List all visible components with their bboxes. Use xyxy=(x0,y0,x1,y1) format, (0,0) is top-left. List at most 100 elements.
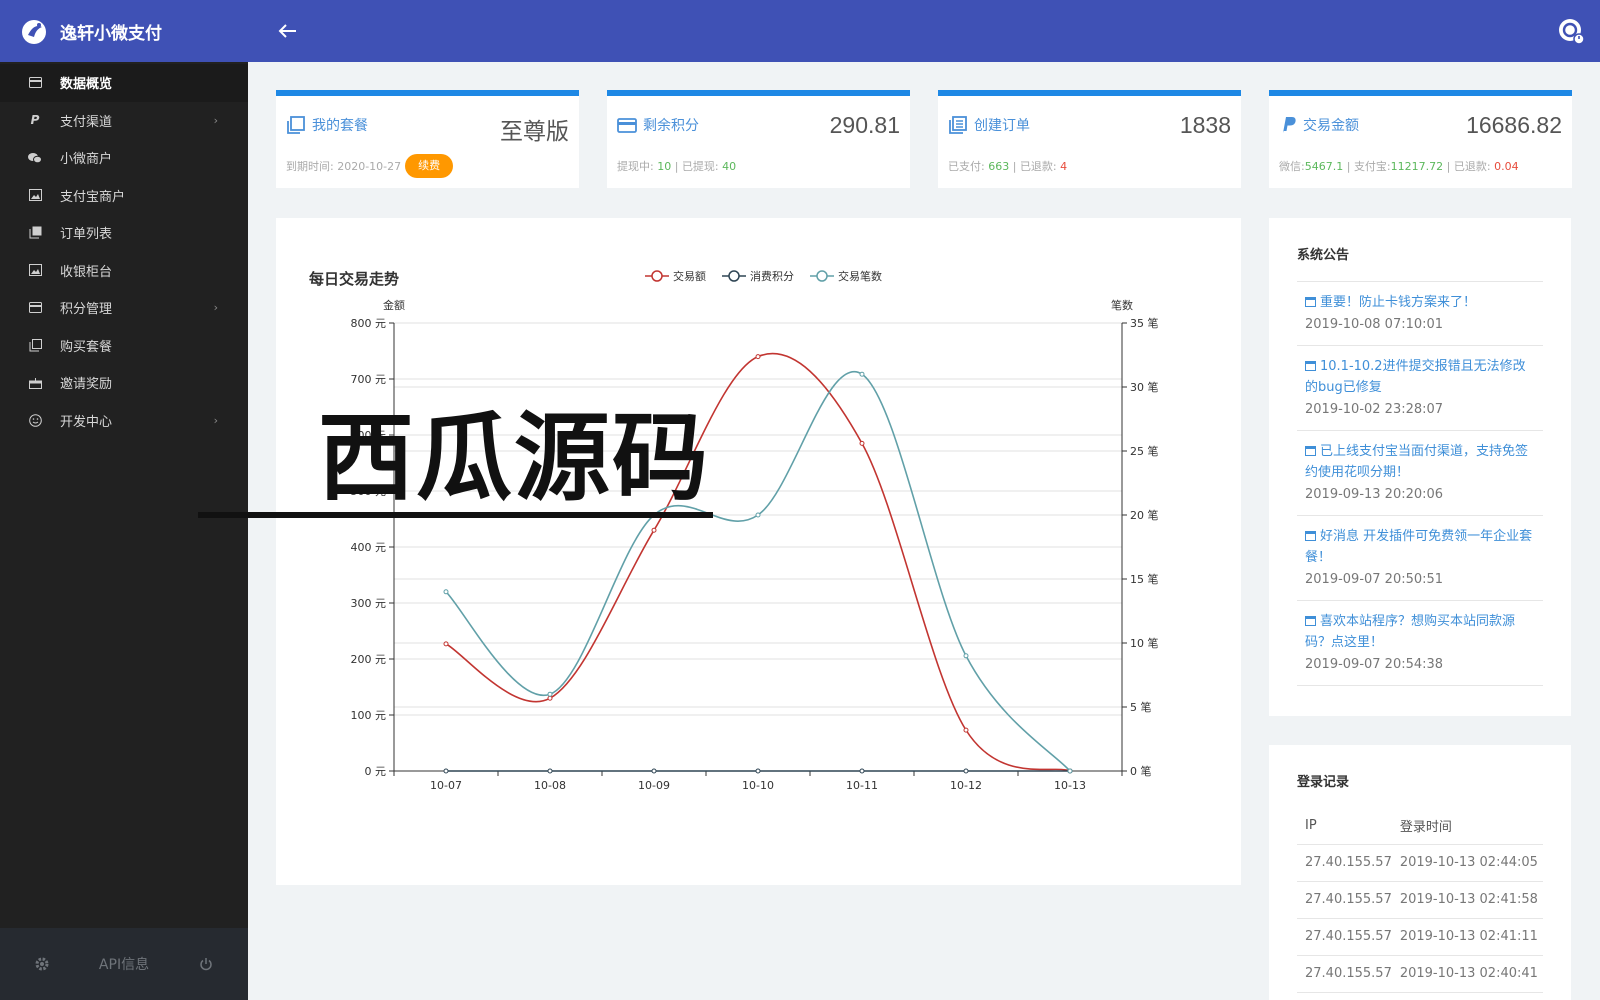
chart-title: 每日交易走势 xyxy=(309,270,399,288)
expire-date: 2020-10-27 xyxy=(337,159,402,173)
gift-icon xyxy=(28,376,42,390)
notice-list: 重要！防止卡钱方案来了！ 2019-10-08 07:10:01 10.1-10.2… xyxy=(1297,282,1543,686)
sidebar-item-5[interactable]: 订单列表 xyxy=(0,214,248,252)
y-tick-label-left: 800 元 xyxy=(351,317,387,330)
orders-label: 创建订单 xyxy=(974,118,1030,134)
wechat-amount: 5467.1 xyxy=(1304,159,1344,173)
chevron-right-icon: › xyxy=(213,413,218,427)
data-point xyxy=(547,695,553,701)
data-point xyxy=(443,641,449,647)
table-row: 27.40.155.57 2019-10-13 02:41:58 xyxy=(1297,881,1543,919)
power-icon[interactable] xyxy=(198,956,214,972)
y-tick-label-right: 25 笔 xyxy=(1130,444,1159,458)
notice-text: 好消息 开发插件可免费领一年企业套餐！ xyxy=(1305,529,1533,565)
login-records-panel: 登录记录 IP 登录时间 27.40.155.57 2019-10-13 02:44… xyxy=(1269,745,1571,1000)
legend-label: 交易额 xyxy=(673,269,706,283)
legend-marker xyxy=(651,270,663,282)
y-tick-label-right: 0 笔 xyxy=(1130,764,1152,778)
image-icon xyxy=(28,188,42,202)
x-tick-label: 10-12 xyxy=(950,779,982,792)
alipay-amount: 11217.72 xyxy=(1390,159,1444,173)
sidebar-menu: 数据概览 P 支付渠道 › 小微商户 支付宝商户 订单列表 收银柜台 积分管理 › 购买套餐 邀请奖励… xyxy=(0,62,248,439)
calendar-icon xyxy=(1305,616,1316,626)
stat-card-orders: 创建订单 1838 已支付: 663 | 已退款: 4 xyxy=(938,90,1241,188)
notice-link[interactable]: 已上线支付宝当面付渠道，支持免签约使用花呗分期！ xyxy=(1305,441,1535,483)
top-bar: 逸轩小微支付 xyxy=(0,0,1600,62)
data-point xyxy=(755,354,761,360)
notice-panel: 系统公告 重要！防止卡钱方案来了！ 2019-10-08 07:10:01 10.1… xyxy=(1269,218,1571,716)
notice-item: 好消息 开发插件可免费领一年企业套餐！ 2019-09-07 20:50:51 xyxy=(1297,516,1543,601)
notice-item: 已上线支付宝当面付渠道，支持免签约使用花呗分期！ 2019-09-13 20:20… xyxy=(1297,431,1543,516)
paypal-p-icon xyxy=(1283,117,1296,133)
stat-card-amount: 交易金额 16686.82 微信: 5467.1 | 支付宝: 11217.72 |… xyxy=(1269,90,1572,188)
calendar-icon xyxy=(1305,297,1316,307)
login-time-cell: 2019-10-13 02:44:05 xyxy=(1391,844,1543,882)
y-tick-label-right: 5 笔 xyxy=(1130,700,1152,714)
stat-card-package: 我的套餐 至尊版 到期时间: 2020-10-27 续费 xyxy=(276,90,579,188)
list-alt-icon xyxy=(949,116,967,134)
column-header: 登录时间 xyxy=(1391,807,1543,845)
chevron-right-icon: › xyxy=(213,113,218,127)
sidebar-item-label: 购买套餐 xyxy=(60,339,113,355)
notice-text: 10.1-10.2进件提交报错且无法修改的bug已修复 xyxy=(1305,359,1526,395)
notice-time: 2019-09-13 20:20:06 xyxy=(1305,487,1444,502)
user-power-icon[interactable] xyxy=(1556,16,1586,46)
notice-item: 喜欢本站程序？想购买本站同款源码？点这里！ 2019-09-07 20:54:38 xyxy=(1297,601,1543,686)
sidebar-item-4[interactable]: 支付宝商户 xyxy=(0,177,248,215)
sidebar-item-3[interactable]: 小微商户 xyxy=(0,139,248,177)
sidebar-item-2[interactable]: P 支付渠道 › xyxy=(0,102,248,140)
sidebar-item-6[interactable]: 收银柜台 xyxy=(0,252,248,290)
refunded-amount: 0.04 xyxy=(1494,159,1519,173)
notice-time: 2019-10-02 23:28:07 xyxy=(1305,402,1444,417)
orders-value: 1838 xyxy=(1179,112,1231,138)
notice-link[interactable]: 喜欢本站程序？想购买本站同款源码？点这里！ xyxy=(1305,611,1535,653)
data-point xyxy=(859,768,865,774)
sidebar-item-7[interactable]: 积分管理 › xyxy=(0,289,248,327)
brand[interactable]: 逸轩小微支付 xyxy=(0,0,248,62)
watermark-underline xyxy=(198,512,713,518)
y-axis-right-label: 笔数 xyxy=(1111,298,1133,312)
sidebar-footer: API信息 xyxy=(0,928,248,1000)
renew-button[interactable]: 续费 xyxy=(405,154,454,178)
data-point xyxy=(859,371,865,377)
legend-label: 交易笔数 xyxy=(838,269,882,283)
api-info-link[interactable]: API信息 xyxy=(99,954,149,974)
data-point xyxy=(443,589,449,595)
y-tick-label-left: 200 元 xyxy=(351,653,387,666)
data-point xyxy=(755,768,761,774)
sidebar-item-label: 小微商户 xyxy=(60,152,113,168)
x-tick-label: 10-07 xyxy=(430,779,462,792)
notice-item: 重要！防止卡钱方案来了！ 2019-10-08 07:10:01 xyxy=(1297,282,1543,346)
y-tick-label-right: 10 笔 xyxy=(1130,636,1159,650)
x-tick-label: 10-11 xyxy=(846,779,878,792)
sidebar: 数据概览 P 支付渠道 › 小微商户 支付宝商户 订单列表 收银柜台 积分管理 › 购买套餐 邀请奖励… xyxy=(0,62,248,1000)
daily-trade-chart-panel: 0 元 100 元 200 元 300 元 400 元 500 元 600 元 700 元 80… xyxy=(276,218,1241,885)
notice-link[interactable]: 重要！防止卡钱方案来了！ xyxy=(1305,292,1535,313)
image-icon xyxy=(28,263,42,277)
sidebar-item-label: 订单列表 xyxy=(60,227,113,243)
ip-cell: 27.40.155.57 xyxy=(1297,881,1392,919)
sidebar-item-9[interactable]: 邀请奖励 xyxy=(0,364,248,402)
legend-marker xyxy=(816,270,828,282)
withdrawing-value: 10 xyxy=(657,159,672,173)
gear-icon[interactable] xyxy=(34,956,50,972)
notice-link[interactable]: 好消息 开发插件可免费领一年企业套餐！ xyxy=(1305,526,1535,568)
notice-link[interactable]: 10.1-10.2进件提交报错且无法修改的bug已修复 xyxy=(1305,356,1535,398)
copy-icon xyxy=(28,226,42,240)
y-tick-label-right: 20 笔 xyxy=(1130,508,1159,522)
back-arrow-icon[interactable] xyxy=(272,16,302,46)
data-point xyxy=(547,691,553,697)
refunded-count: 4 xyxy=(1060,159,1068,173)
sidebar-item-10[interactable]: 开发中心 › xyxy=(0,402,248,440)
data-point xyxy=(963,727,969,733)
data-point xyxy=(963,768,969,774)
sidebar-item-1[interactable]: 数据概览 xyxy=(0,64,248,102)
sidebar-item-label: 支付宝商户 xyxy=(60,189,126,205)
table-row: 27.40.155.57 2019-10-13 02:41:11 xyxy=(1297,918,1543,956)
notice-text: 重要！防止卡钱方案来了！ xyxy=(1320,295,1477,310)
sidebar-item-8[interactable]: 购买套餐 xyxy=(0,327,248,365)
sidebar-item-label: 支付渠道 xyxy=(60,114,113,130)
ip-cell: 27.40.155.57 xyxy=(1297,844,1392,882)
y-tick-label-right: 15 笔 xyxy=(1130,572,1159,586)
points-label: 剩余积分 xyxy=(643,118,699,134)
